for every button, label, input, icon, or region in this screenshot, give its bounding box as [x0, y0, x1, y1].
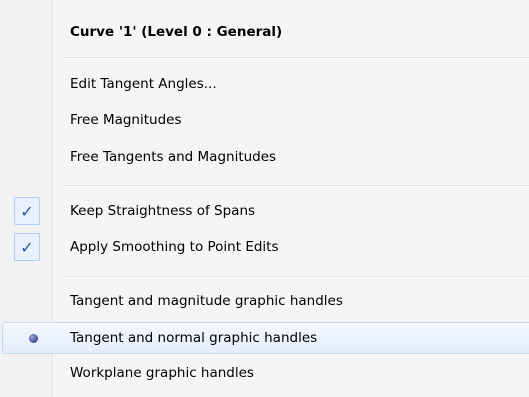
menu-item-label: Tangent and normal graphic handles	[70, 330, 318, 346]
menu-item-label: Free Magnitudes	[70, 112, 182, 128]
menu-item-label: Tangent and magnitude graphic handles	[70, 293, 343, 309]
menu-title: Curve '1' (Level 0 : General)	[0, 15, 529, 49]
menu-item-tangent-and-magnitude-graphic-handles[interactable]: Tangent and magnitude graphic handles	[0, 284, 529, 318]
menu-item-label: Free Tangents and Magnitudes	[70, 149, 277, 165]
menu-item-label: Keep Straightness of Spans	[70, 203, 256, 219]
menu-separator	[64, 185, 529, 187]
menu-item-free-magnitudes[interactable]: Free Magnitudes	[0, 103, 529, 137]
menu-item-label: Apply Smoothing to Point Edits	[70, 239, 279, 255]
menu-item-keep-straightness-of-spans[interactable]: ✓ Keep Straightness of Spans	[0, 194, 529, 228]
menu-separator	[64, 57, 529, 59]
menu-item-label: Workplane graphic handles	[70, 365, 254, 381]
menu-item-edit-tangent-angles[interactable]: Edit Tangent Angles...	[0, 67, 529, 101]
menu-title-label: Curve '1' (Level 0 : General)	[70, 24, 283, 40]
menu-item-label: Edit Tangent Angles...	[70, 76, 217, 92]
menu-item-tangent-and-normal-graphic-handles[interactable]: Tangent and normal graphic handles	[0, 321, 529, 355]
menu-item-apply-smoothing-to-point-edits[interactable]: ✓ Apply Smoothing to Point Edits	[0, 230, 529, 264]
checkmark-icon: ✓	[14, 233, 40, 261]
checkmark-icon: ✓	[14, 197, 40, 225]
menu-separator	[64, 276, 529, 278]
menu-item-workplane-graphic-handles[interactable]: Workplane graphic handles	[0, 356, 529, 390]
menu-item-free-tangents-and-magnitudes[interactable]: Free Tangents and Magnitudes	[0, 140, 529, 174]
context-menu: Curve '1' (Level 0 : General) Edit Tange…	[0, 0, 529, 397]
radio-selected-icon	[29, 334, 38, 343]
